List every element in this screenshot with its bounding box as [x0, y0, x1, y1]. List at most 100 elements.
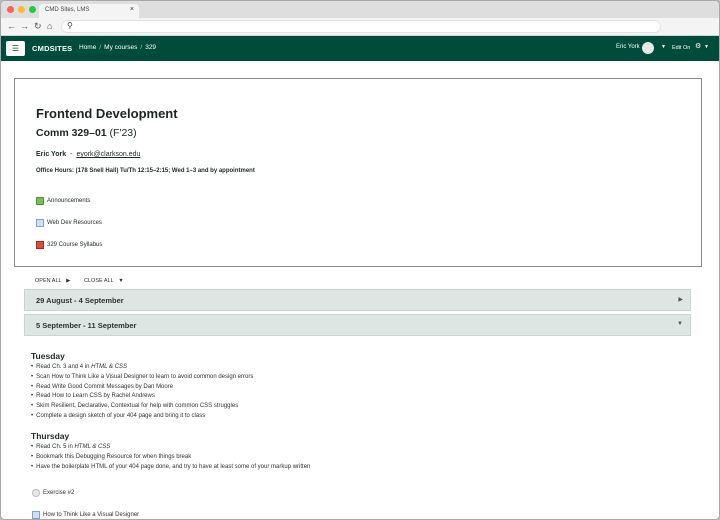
task-text: Read	[36, 383, 53, 390]
list-item: Read Ch. 3 and 4 in HTML & CSS	[31, 363, 253, 373]
close-all-label: CLOSE ALL	[84, 278, 114, 284]
task-text: Scan	[36, 373, 52, 380]
instructor-dash: -	[70, 151, 73, 158]
course-code-text: Comm 329–01	[36, 127, 107, 139]
tab-close-icon[interactable]: ×	[130, 6, 134, 13]
task-text: Read Ch. 5 in	[36, 444, 75, 450]
address-bar[interactable]: ⚲	[61, 20, 661, 33]
breadcrumb-separator: /	[140, 44, 143, 51]
task-link[interactable]: Debugging Resource	[76, 454, 132, 460]
task-link[interactable]: Write Good Commit Messages	[52, 384, 134, 390]
list-item: Scan How to Think Like a Visual Designer…	[31, 373, 253, 383]
list-item: Skim Resilient, Declarative, Contextual …	[31, 402, 253, 412]
thursday-task-list: Read Ch. 5 in HTML & CSSBookmark this De…	[31, 443, 310, 472]
maximize-window-button[interactable]	[29, 6, 36, 13]
list-item: Bookmark this Debugging Resource for whe…	[31, 453, 310, 463]
edit-mode-toggle[interactable]: Edit On	[672, 45, 690, 51]
breadcrumb-course[interactable]: 329	[145, 44, 156, 51]
browser-window: CMD Sites, LMS × ← → ↻ ⌂ ⚲ ☰ CMDSITES Ho…	[0, 0, 720, 520]
task-link[interactable]: How to Think Like a Visual Designer	[51, 374, 147, 380]
settings-caret-icon[interactable]: ▼	[704, 44, 709, 50]
open-all-label: OPEN ALL	[35, 278, 62, 284]
course-code: Comm 329–01 (F'23)	[36, 127, 137, 139]
course-summary: Frontend Development Comm 329–01 (F'23) …	[14, 78, 702, 267]
site-header: ☰ CMDSITES Home / My courses/329 Eric York…	[1, 36, 719, 61]
play-icon: ▶	[66, 278, 71, 284]
forward-icon[interactable]: →	[20, 21, 29, 32]
activity-label: How to Think Like a Visual Designer	[43, 512, 140, 518]
task-text: to learn to avoid common design errors	[147, 373, 254, 380]
list-item: Complete a design sketch of your 404 pag…	[31, 412, 253, 422]
file-icon	[36, 219, 44, 227]
task-link[interactable]: How to Learn CSS	[52, 393, 102, 399]
browser-toolbar: ← → ↻ ⌂ ⚲	[1, 18, 719, 36]
minimize-window-button[interactable]	[18, 6, 25, 13]
back-icon[interactable]: ←	[7, 21, 16, 32]
task-text: by Dan Moore	[133, 383, 174, 390]
section-title: 29 August - 4 September	[36, 296, 124, 305]
close-all-button[interactable]: CLOSE ALL ▼	[84, 278, 127, 284]
resource-syllabus[interactable]: 329 Course Syllabus	[36, 241, 102, 249]
pdf-icon	[36, 241, 44, 249]
open-all-button[interactable]: OPEN ALL ▶	[35, 278, 73, 284]
course-term: (F'23)	[109, 127, 137, 139]
section-header-week-2[interactable]: 5 September - 11 September ▼	[24, 314, 691, 336]
gear-icon[interactable]: ⚙	[695, 42, 701, 50]
task-text: Have the boilerplate HTML of your 404 pa…	[36, 463, 311, 470]
list-item: Have the boilerplate HTML of your 404 pa…	[31, 463, 310, 473]
breadcrumb-my-courses[interactable]: My courses	[104, 44, 137, 51]
resource-announcements[interactable]: Announcements	[36, 197, 90, 205]
chevron-down-icon: ▼	[118, 278, 124, 284]
resource-label: Web Dev Resources	[47, 220, 102, 226]
activity-visual-designer[interactable]: How to Think Like a Visual Designer	[32, 511, 139, 519]
breadcrumb-separator: /	[99, 44, 102, 51]
activity-exercise[interactable]: Exercise #2	[32, 489, 74, 497]
day-heading-thursday: Thursday	[31, 431, 70, 441]
instructor-name: Eric York	[36, 151, 67, 158]
section-title: 5 September - 11 September	[36, 321, 137, 330]
task-link[interactable]: HTML & CSS	[74, 444, 110, 450]
close-window-button[interactable]	[7, 6, 14, 13]
activity-label: Exercise #2	[43, 490, 75, 496]
task-text: by Rachel Andrews	[101, 393, 155, 400]
list-item: Read Ch. 5 in HTML & CSS	[31, 443, 310, 453]
breadcrumb: Home / My courses/329	[79, 44, 156, 51]
course-page: Frontend Development Comm 329–01 (F'23) …	[1, 62, 719, 519]
reload-icon[interactable]: ↻	[34, 21, 42, 32]
task-text: Read Ch. 3 and 4 in	[36, 364, 92, 370]
home-icon[interactable]: ⌂	[47, 21, 52, 32]
task-text: for when things break	[132, 453, 192, 460]
task-text: Complete a design sketch of your 404 pag…	[36, 412, 206, 419]
resource-label: 329 Course Syllabus	[47, 242, 103, 248]
avatar[interactable]	[642, 42, 654, 54]
browser-tab[interactable]: CMD Sites, LMS ×	[39, 4, 139, 18]
file-icon	[32, 511, 40, 519]
user-menu-caret-icon[interactable]: ▼	[661, 44, 666, 50]
day-heading-tuesday: Tuesday	[31, 351, 65, 361]
tuesday-task-list: Read Ch. 3 and 4 in HTML & CSSScan How t…	[31, 363, 253, 422]
resource-label: Announcements	[47, 198, 91, 204]
search-icon: ⚲	[67, 21, 73, 30]
resource-web-dev[interactable]: Web Dev Resources	[36, 219, 102, 227]
instructor-email-link[interactable]: eyork@clarkson.edu	[76, 151, 140, 158]
exercise-icon	[32, 489, 40, 497]
task-text: Bookmark this	[36, 453, 76, 460]
office-hours: Office Hours: (178 Snell Hall) Tu/Th 12:…	[36, 168, 255, 174]
site-brand[interactable]: CMDSITES	[32, 44, 72, 53]
breadcrumb-home[interactable]: Home	[79, 44, 96, 51]
task-text: Skim	[36, 403, 52, 410]
task-link[interactable]: Resilient, Declarative, Contextual	[51, 403, 139, 409]
instructor-line: Eric York - eyork@clarkson.edu	[36, 151, 140, 158]
task-link[interactable]: HTML & CSS	[91, 364, 127, 370]
user-name[interactable]: Eric York	[616, 44, 640, 50]
list-item: Read Write Good Commit Messages by Dan M…	[31, 383, 253, 393]
section-header-week-1[interactable]: 29 August - 4 September ▶	[24, 289, 691, 311]
menu-button[interactable]: ☰	[6, 41, 25, 56]
task-text: for help with common CSS struggles	[139, 403, 239, 410]
tab-strip: CMD Sites, LMS ×	[1, 1, 719, 18]
tab-title: CMD Sites, LMS	[45, 7, 90, 13]
section-controls: OPEN ALL ▶ CLOSE ALL ▼	[35, 278, 130, 284]
page-title: Frontend Development	[36, 106, 178, 121]
chevron-right-icon: ▶	[678, 297, 683, 303]
chevron-down-icon: ▼	[677, 321, 683, 327]
